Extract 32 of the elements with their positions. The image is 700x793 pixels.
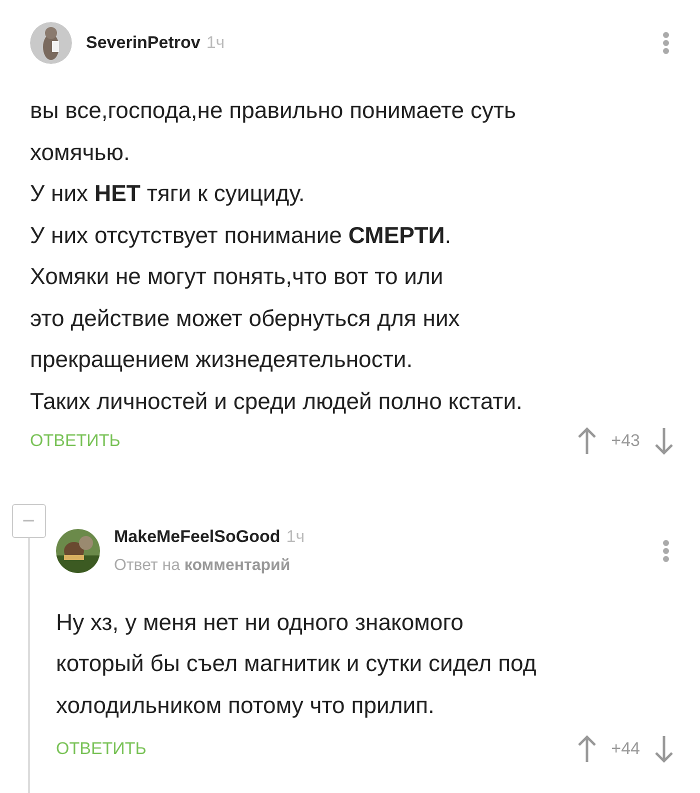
comment-text: Ну хз, у меня нет ни одного знакомого: [56, 608, 464, 637]
score: +43: [611, 430, 640, 452]
more-icon: [662, 31, 670, 55]
comment-text: У них НЕТ тяги к суициду.: [30, 179, 306, 208]
timestamp: 1ч: [206, 32, 225, 54]
comment-text: холодильником потому что прилип.: [56, 690, 436, 720]
downvote-button[interactable]: [654, 426, 674, 456]
reply-button[interactable]: ОТВЕТИТЬ: [56, 736, 146, 762]
username[interactable]: MakeMeFeelSoGood: [114, 524, 280, 550]
arrow-up-icon: [577, 734, 598, 764]
more-icon: [662, 538, 670, 563]
upvote-button[interactable]: [577, 426, 598, 456]
upvote-button[interactable]: [577, 734, 598, 764]
arrow-down-icon: [654, 426, 674, 456]
arrow-down-icon: [654, 734, 674, 764]
comment-text: хомячью.: [30, 138, 131, 166]
comment-text: У них отсутствует понимание СМЕРТИ.: [30, 220, 452, 250]
comment-text: прекращением жизнедеятельности.: [30, 345, 414, 374]
collapse-button[interactable]: −: [12, 504, 46, 538]
reply-to-text: Ответ на комментарий: [114, 556, 292, 576]
comment-link[interactable]: комментарий: [184, 556, 290, 574]
comment-text: это действие может обернуться для них: [30, 304, 461, 333]
timestamp: 1ч: [286, 526, 305, 548]
comment-text: Хомяки не могут понять,что вот то или: [30, 262, 444, 291]
comment-text: который бы съел магнитик и сутки сидел под: [56, 649, 538, 678]
comment-text: вы все,господа,не правильно понимаете суть: [30, 96, 517, 125]
downvote-button[interactable]: [654, 734, 674, 764]
score: +44: [611, 738, 640, 760]
username[interactable]: SeverinPetrov: [86, 30, 200, 56]
arrow-up-icon: [577, 426, 598, 456]
reply-button[interactable]: ОТВЕТИТЬ: [30, 428, 120, 454]
comment-text: Таких личностей и среди людей полно кстати.: [30, 386, 524, 416]
